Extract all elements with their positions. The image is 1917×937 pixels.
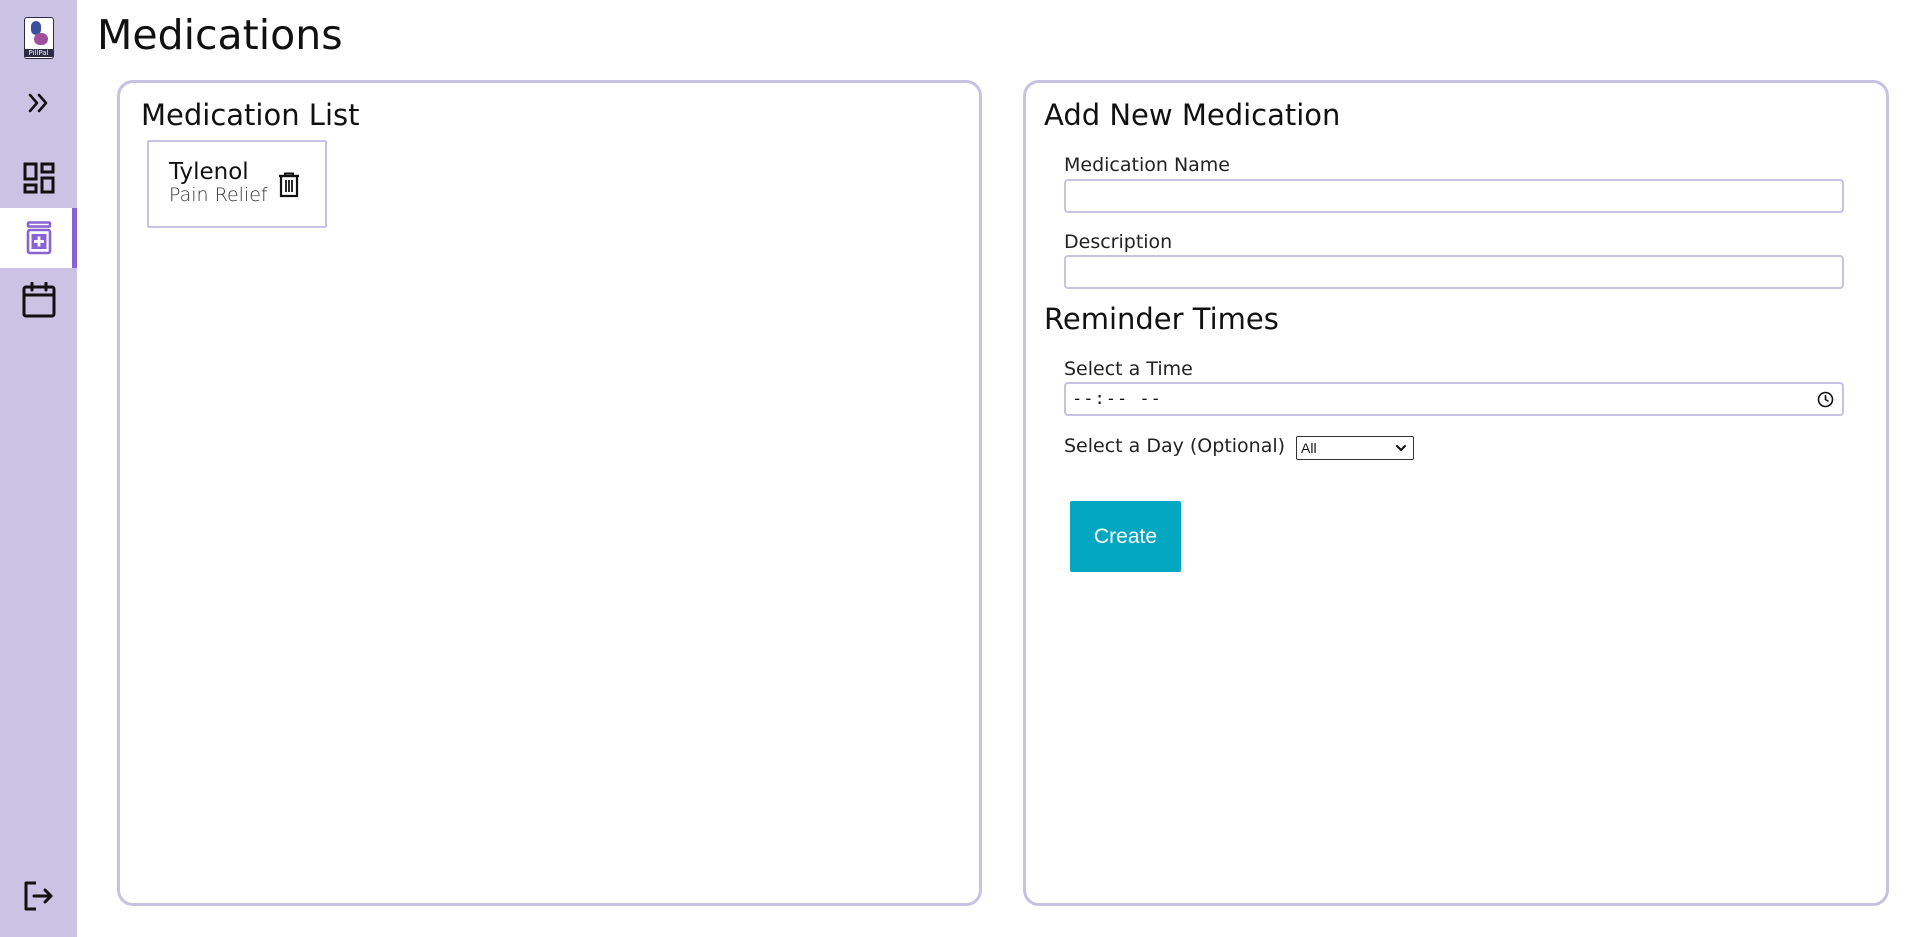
logout-icon: [24, 881, 52, 911]
description-input[interactable]: [1064, 255, 1844, 289]
sidebar-item-dashboard[interactable]: [0, 158, 77, 198]
medication-name-label: Medication Name: [1064, 154, 1230, 176]
page-title: Medications: [97, 11, 343, 59]
day-select[interactable]: All: [1296, 436, 1414, 460]
active-indicator: [72, 208, 77, 268]
trash-icon[interactable]: [277, 172, 301, 198]
sidebar-item-medications[interactable]: [0, 208, 77, 268]
medication-description: Pain Relief: [169, 184, 268, 206]
expand-chevrons-icon: [28, 93, 47, 113]
expand-sidebar-button[interactable]: [0, 86, 77, 120]
sidebar-item-calendar[interactable]: [0, 278, 77, 322]
logout-button[interactable]: [0, 876, 77, 916]
add-medication-panel: Add New Medication Medication Name Descr…: [1023, 80, 1889, 906]
chevron-down-icon: [1396, 445, 1406, 451]
sidebar: PillPal: [0, 0, 77, 937]
medication-list-panel: Medication List Tylenol Pain Relief: [117, 80, 982, 906]
logo-text: PillPal: [24, 49, 53, 57]
select-time-label: Select a Time: [1064, 358, 1193, 380]
medication-list-heading: Medication List: [141, 98, 360, 132]
app-logo[interactable]: PillPal: [0, 16, 77, 60]
pill-logo-icon: PillPal: [23, 17, 54, 59]
medication-card[interactable]: Tylenol Pain Relief: [147, 140, 327, 228]
select-day-label: Select a Day (Optional): [1064, 435, 1286, 457]
medication-icon: [26, 221, 51, 255]
dashboard-icon: [23, 162, 54, 194]
calendar-icon: [22, 282, 55, 318]
time-value: --:-- --: [1072, 389, 1162, 409]
description-label: Description: [1064, 231, 1173, 253]
day-select-value: All: [1301, 440, 1317, 456]
medication-name-input[interactable]: [1064, 179, 1844, 213]
clock-icon[interactable]: [1817, 391, 1834, 408]
time-input[interactable]: --:-- --: [1064, 382, 1844, 416]
medication-name: Tylenol: [169, 159, 249, 185]
add-medication-heading: Add New Medication: [1044, 98, 1341, 132]
create-button[interactable]: Create: [1070, 501, 1181, 572]
reminder-times-heading: Reminder Times: [1044, 302, 1279, 336]
